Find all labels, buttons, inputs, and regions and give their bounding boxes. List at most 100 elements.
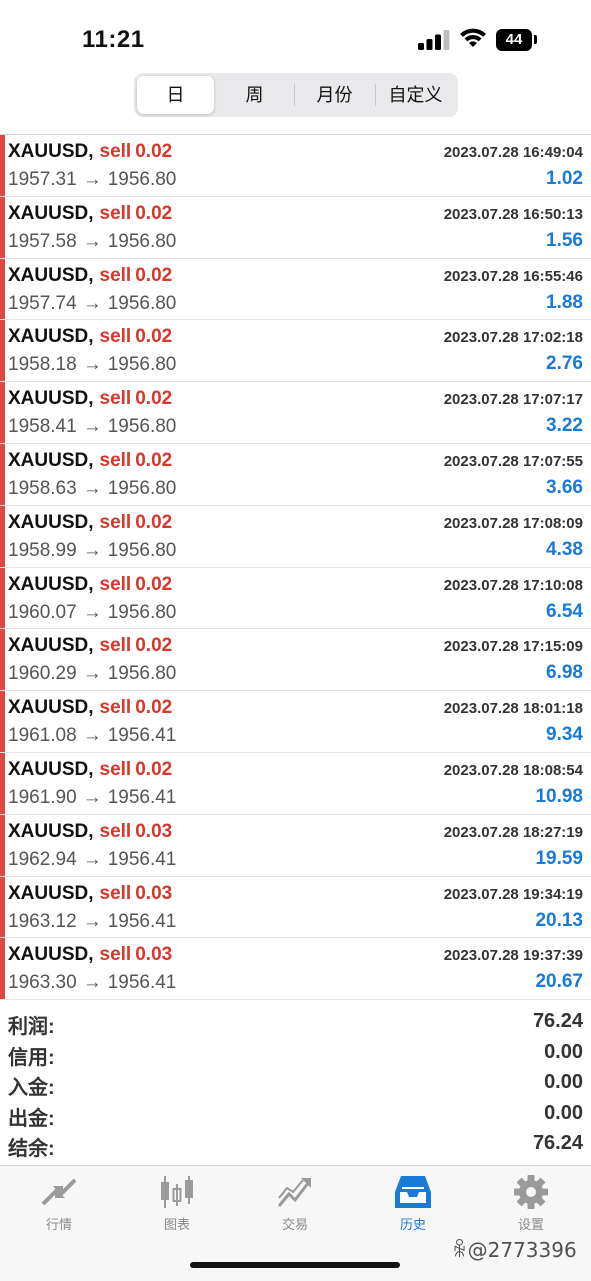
close-price: 1956.41 (107, 786, 177, 808)
trade-title: XAUUSD, sell 0.02 (8, 450, 172, 472)
open-price: 1958.18 (8, 354, 77, 376)
trade-symbol: XAUUSD, (8, 449, 94, 471)
open-price: 1958.41 (8, 416, 77, 438)
trade-row[interactable]: XAUUSD, sell 0.02 2023.07.28 18:01:18 1961.0… (0, 691, 591, 753)
trade-title: XAUUSD, sell 0.02 (8, 265, 172, 287)
quotes-icon (41, 1178, 77, 1206)
trade-symbol: XAUUSD, (8, 511, 94, 533)
trade-side: sell (99, 388, 132, 410)
summary-row: 信用: 0.00 (0, 1039, 591, 1070)
trade-side: sell (99, 202, 132, 224)
close-price: 1956.80 (107, 477, 177, 499)
trade-prices: 1961.08 → 1956.41 (8, 725, 176, 747)
trade-time: 2023.07.28 17:15:09 (443, 638, 583, 656)
open-price: 1960.07 (8, 601, 77, 623)
summary-row: 出金: 0.00 (0, 1100, 591, 1131)
tab-history[interactable]: 历史 (354, 1174, 472, 1238)
trade-row[interactable]: XAUUSD, sell 0.02 2023.07.28 17:07:17 1958.4… (0, 382, 591, 444)
tab-chart[interactable]: 图表 (118, 1174, 236, 1238)
trade-symbol: XAUUSD, (8, 758, 94, 780)
close-price: 1956.80 (107, 292, 177, 314)
trade-time: 2023.07.28 17:07:17 (443, 391, 583, 409)
trade-volume: 0.02 (135, 635, 173, 657)
trade-profit: 9.34 (546, 724, 583, 746)
trade-row[interactable]: XAUUSD, sell 0.03 2023.07.28 18:27:19 1962.9… (0, 814, 591, 877)
trade-prices: 1960.07 → 1956.80 (8, 602, 176, 624)
summary-value: 0.00 (544, 1040, 583, 1063)
trade-row[interactable]: XAUUSD, sell 0.02 2023.07.28 16:49:04 1957.3… (0, 135, 591, 197)
trade-time: 2023.07.28 18:27:19 (443, 823, 583, 841)
close-price: 1956.41 (107, 725, 177, 747)
trade-volume: 0.02 (135, 697, 173, 719)
tab-label: 交易 (281, 1217, 308, 1232)
trade-side: sell (99, 449, 132, 471)
trade-time: 2023.07.28 16:50:13 (443, 205, 583, 223)
trade-row[interactable]: XAUUSD, sell 0.02 2023.07.28 17:07:55 1958.6… (0, 443, 591, 506)
trade-title: XAUUSD, sell 0.02 (8, 635, 172, 657)
trade-title: XAUUSD, sell 0.02 (8, 388, 172, 410)
close-price: 1956.80 (107, 663, 177, 685)
trade-time: 2023.07.28 19:34:19 (443, 885, 583, 903)
trade-profit: 3.22 (546, 415, 583, 437)
period-tab-custom[interactable]: 自定义 (377, 76, 454, 114)
open-price: 1963.12 (8, 910, 77, 932)
trade-prices: 1958.63 → 1956.80 (8, 478, 176, 500)
trade-history-list: XAUUSD, sell 0.02 2023.07.28 16:49:04 1957.3… (0, 135, 591, 1001)
trade-profit: 2.76 (546, 353, 583, 375)
trade-side: sell (99, 758, 132, 780)
arrow-right-icon: → (82, 416, 102, 438)
trade-row[interactable]: XAUUSD, sell 0.02 2023.07.28 17:08:09 1958.9… (0, 505, 591, 568)
tab-quotes[interactable]: 行情 (0, 1174, 118, 1238)
trade-row[interactable]: XAUUSD, sell 0.02 2023.07.28 17:02:18 1958.1… (0, 320, 591, 383)
arrow-right-icon: → (82, 354, 102, 376)
summary-value: 76.24 (532, 1132, 583, 1154)
sell-indicator-bar (0, 505, 5, 567)
watermark-text: ꆜ@2773396 (452, 1238, 577, 1262)
trade-profit: 19.59 (535, 847, 583, 869)
summary-label: 利润: (8, 1016, 55, 1038)
period-tab-week[interactable]: 周 (216, 76, 293, 114)
trade-side: sell (99, 697, 132, 719)
tab-settings[interactable]: 设置 (472, 1174, 590, 1238)
trade-row[interactable]: XAUUSD, sell 0.02 2023.07.28 16:55:46 1957.7… (0, 258, 591, 321)
trade-volume: 0.03 (135, 820, 173, 842)
trade-profit: 3.66 (546, 476, 583, 498)
trade-symbol: XAUUSD, (8, 388, 94, 410)
trade-symbol: XAUUSD, (8, 202, 94, 224)
trade-side: sell (99, 635, 132, 657)
arrow-right-icon: → (82, 972, 102, 994)
trade-row[interactable]: XAUUSD, sell 0.03 2023.07.28 19:37:39 1963.3… (0, 938, 591, 1001)
trade-side: sell (99, 264, 132, 286)
arrow-right-icon: → (82, 663, 102, 685)
tab-trade[interactable]: 交易 (236, 1174, 354, 1238)
trade-symbol: XAUUSD, (8, 326, 94, 348)
status-time: 11:21 (82, 26, 145, 53)
trade-row[interactable]: XAUUSD, sell 0.02 2023.07.28 16:50:13 1957.5… (0, 196, 591, 259)
trade-side: sell (99, 820, 132, 842)
trade-side: sell (99, 141, 132, 162)
summary-row: 入金: 0.00 (0, 1069, 591, 1100)
open-price: 1957.74 (8, 292, 77, 314)
tab-label: 设置 (517, 1217, 544, 1232)
arrow-right-icon: → (82, 230, 102, 252)
open-price: 1961.90 (8, 786, 77, 808)
summary-label: 出金: (8, 1107, 55, 1130)
trade-time: 2023.07.28 18:08:54 (443, 761, 583, 779)
trade-side: sell (99, 882, 132, 904)
tab-label: 行情 (45, 1217, 72, 1232)
trade-row[interactable]: XAUUSD, sell 0.03 2023.07.28 19:34:19 1963.1… (0, 876, 591, 939)
trade-row[interactable]: XAUUSD, sell 0.02 2023.07.28 17:15:09 1960.2… (0, 629, 591, 692)
arrow-right-icon: → (82, 910, 102, 932)
period-tab-day[interactable]: 日 (137, 76, 214, 114)
trade-row[interactable]: XAUUSD, sell 0.02 2023.07.28 17:10:08 1960.0… (0, 567, 591, 630)
arrow-right-icon: → (82, 477, 102, 499)
trade-prices: 1961.90 → 1956.41 (8, 787, 176, 809)
trade-title: XAUUSD, sell 0.02 (8, 326, 172, 348)
open-price: 1960.29 (8, 663, 77, 685)
trade-row[interactable]: XAUUSD, sell 0.02 2023.07.28 18:08:54 1961.9… (0, 752, 591, 815)
open-price: 1958.63 (8, 477, 77, 499)
period-tab-month[interactable]: 月份 (296, 76, 373, 114)
trade-prices: 1963.12 → 1956.41 (8, 911, 176, 933)
trade-symbol: XAUUSD, (8, 635, 94, 657)
trade-prices: 1957.74 → 1956.80 (8, 293, 176, 315)
